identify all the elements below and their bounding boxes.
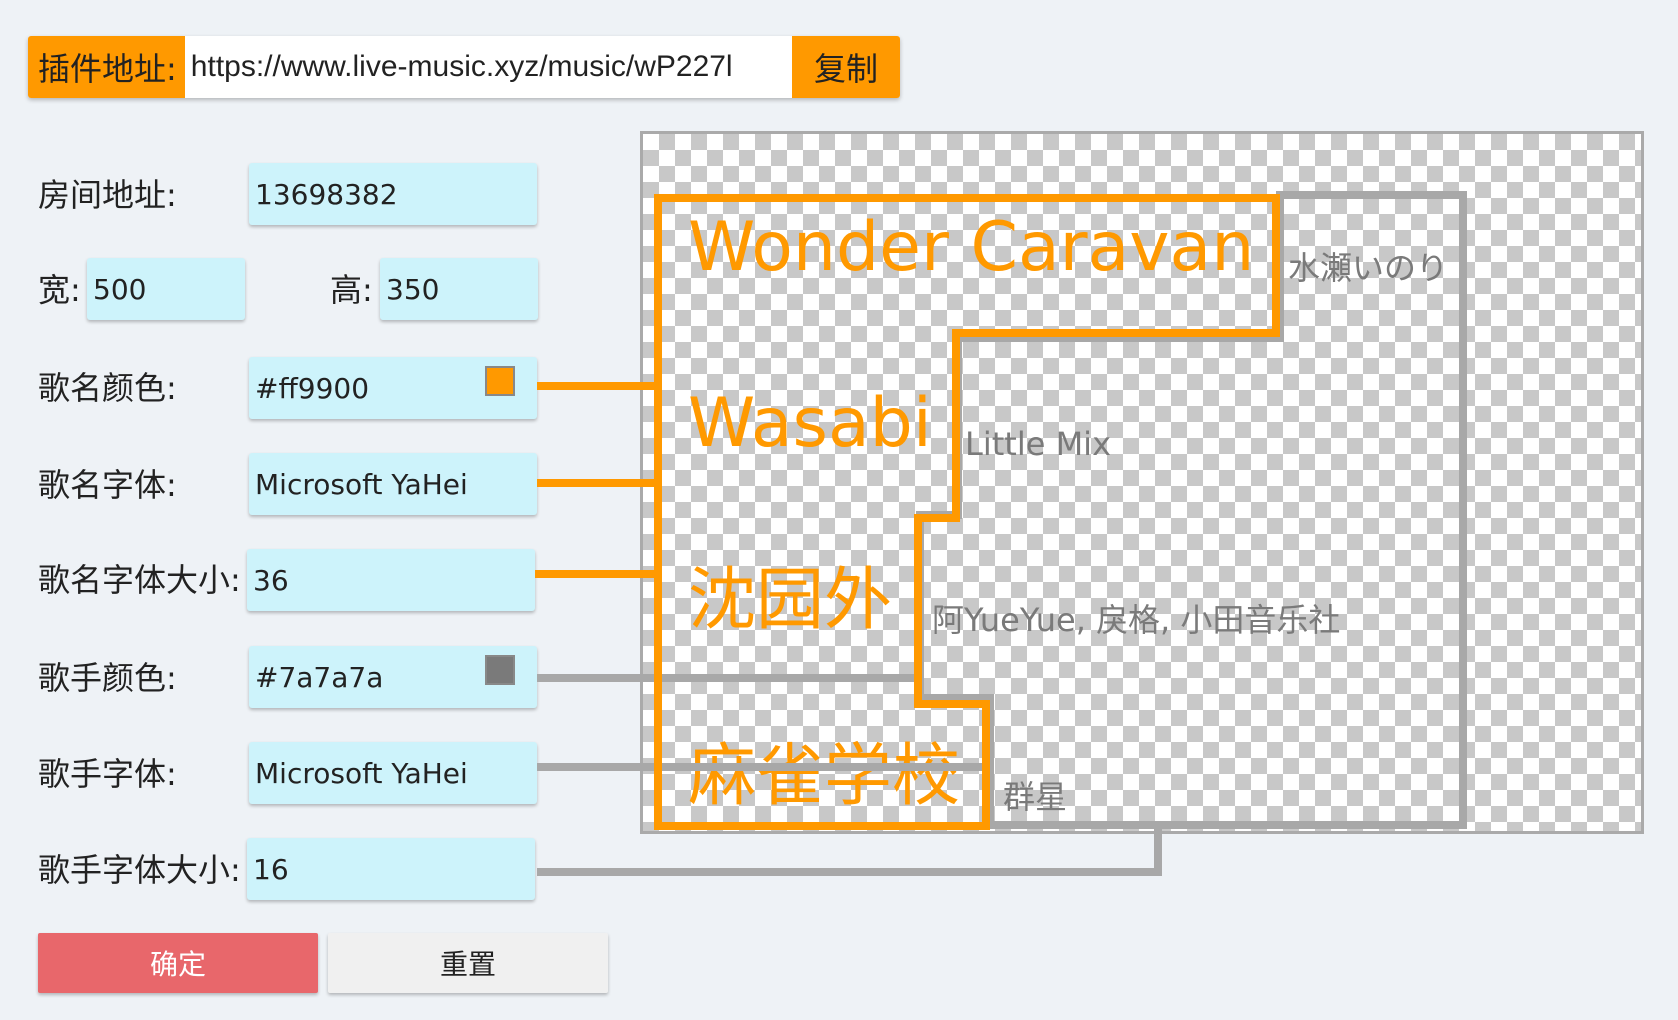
- song-color-label: 歌名颜色:: [38, 369, 177, 407]
- song-title: 沈园外: [688, 561, 893, 640]
- height-label: 高:: [330, 271, 373, 309]
- song-artist: Little Mix: [965, 425, 1111, 463]
- song-size-input[interactable]: 36: [247, 549, 535, 611]
- plugin-url-bar: 插件地址: https://www.live-music.xyz/music/w…: [28, 36, 900, 98]
- artist-font-input[interactable]: Microsoft YaHei: [249, 742, 537, 804]
- preview-canvas: Wonder Caravan 水瀬いのり Wasabi Little Mix 沈…: [640, 131, 1644, 834]
- song-title: 麻雀学校: [688, 737, 961, 816]
- plugin-url-label: 插件地址:: [28, 36, 185, 98]
- artist-font-label: 歌手字体:: [38, 755, 177, 793]
- song-artist: 阿YueYue, 戾格, 小田音乐社: [932, 601, 1341, 639]
- song-title: Wonder Caravan: [688, 208, 1255, 287]
- confirm-button[interactable]: 确定: [38, 933, 318, 993]
- artist-size-input[interactable]: 16: [247, 838, 535, 900]
- song-font-label: 歌名字体:: [38, 466, 177, 504]
- room-input[interactable]: 13698382: [249, 163, 537, 225]
- song-title: Wasabi: [688, 384, 932, 463]
- artist-color-label: 歌手颜色:: [38, 659, 177, 697]
- room-label: 房间地址:: [38, 176, 177, 214]
- artist-color-swatch[interactable]: [485, 655, 515, 685]
- song-font-input[interactable]: Microsoft YaHei: [249, 453, 537, 515]
- width-label: 宽:: [38, 271, 81, 309]
- width-input[interactable]: 500: [87, 258, 245, 320]
- song-size-label: 歌名字体大小:: [38, 561, 241, 599]
- song-color-swatch[interactable]: [485, 366, 515, 396]
- song-artist: 群星: [1003, 778, 1068, 816]
- copy-button[interactable]: 复制: [792, 36, 900, 98]
- song-artist: 水瀬いのり: [1288, 249, 1449, 287]
- plugin-url-input[interactable]: https://www.live-music.xyz/music/wP227l: [184, 36, 792, 98]
- height-input[interactable]: 350: [380, 258, 538, 320]
- reset-button[interactable]: 重置: [328, 933, 608, 993]
- artist-size-label: 歌手字体大小:: [38, 851, 241, 889]
